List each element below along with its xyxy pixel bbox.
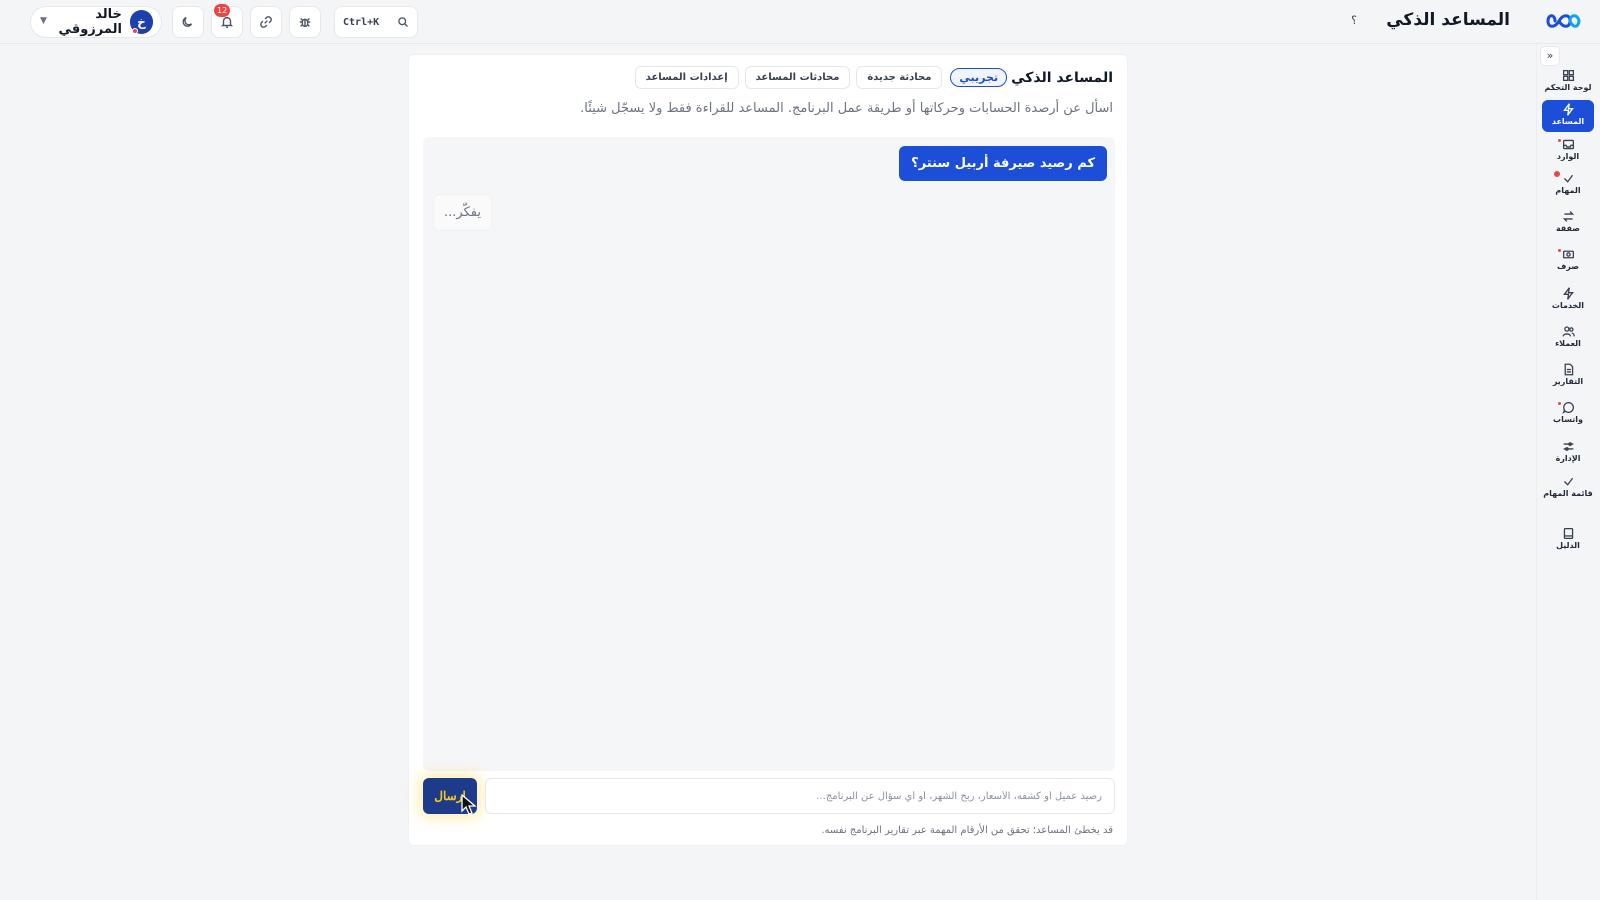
sidebar-item-label: قائمة المهام <box>1543 489 1593 498</box>
avatar: خ <box>129 10 153 34</box>
sidebar-item-label: واتساب <box>1553 415 1583 424</box>
check-icon <box>1563 174 1573 183</box>
shortcut-hint: Ctrl+K <box>343 16 380 28</box>
chats-history-button[interactable]: محادثات المساعد <box>744 66 851 89</box>
notification-badge: 12 <box>214 4 231 17</box>
cash-icon <box>1562 250 1574 259</box>
status-badge: تجريبي <box>950 68 1008 87</box>
sidebar-item-label: العملاء <box>1555 339 1581 348</box>
link-button[interactable] <box>250 6 282 38</box>
sidebar: » لوحة التحكم المساعد الوارد المهام صفقة… <box>1536 44 1600 900</box>
sidebar-item-label: صفقة <box>1555 224 1581 233</box>
sidebar-item-reports[interactable]: التقارير <box>1542 360 1594 392</box>
sidebar-item-dashboard[interactable]: لوحة التحكم <box>1542 66 1594 98</box>
sidebar-item-inbox[interactable]: الوارد <box>1542 135 1594 167</box>
thinking-indicator: يفكّر... <box>433 194 492 231</box>
disclaimer-text: قد يخطئ المساعد؛ تحقق من الأرقام المهمة … <box>821 825 1113 836</box>
sidebar-item-label: التقارير <box>1552 377 1584 386</box>
page-title: المساعد الذكي <box>1386 10 1510 30</box>
sidebar-item-label: الإدارة <box>1555 454 1581 463</box>
assistant-title: المساعد الذكي <box>1011 69 1113 86</box>
unread-dot <box>1558 139 1561 142</box>
assistant-header: المساعد الذكي تجريبي محادثة جديدة محادثا… <box>633 66 1113 89</box>
new-chat-button[interactable]: محادثة جديدة <box>856 66 943 89</box>
sidebar-item-label: صرف <box>1557 262 1579 271</box>
sidebar-item-assistant[interactable]: المساعد <box>1542 100 1594 132</box>
search-icon <box>398 17 408 27</box>
moon-icon <box>182 16 193 27</box>
send-button[interactable]: إرسال <box>423 778 477 815</box>
avatar-initial: خ <box>137 15 146 29</box>
sidebar-item-label: الدليل <box>1556 541 1580 550</box>
report-icon <box>1564 363 1573 376</box>
sidebar-item-deal[interactable]: صفقة <box>1542 207 1594 239</box>
assistant-description: اسأل عن أرصدة الحسابات وحركاتها أو طريقة… <box>580 101 1113 116</box>
bolt-icon <box>1562 287 1574 300</box>
notifications-button[interactable]: 12 <box>211 4 243 38</box>
book-icon <box>1563 527 1573 540</box>
sidebar-item-label: المهام <box>1555 186 1581 195</box>
users-icon <box>1562 326 1575 337</box>
bolt-icon <box>1562 103 1574 116</box>
sidebar-item-tasks[interactable]: المهام <box>1542 169 1594 201</box>
sidebar-item-services[interactable]: الخدمات <box>1542 284 1594 316</box>
unread-dot <box>1558 249 1561 252</box>
exchange-icon <box>1562 211 1574 222</box>
sidebar-item-admin[interactable]: الإدارة <box>1542 437 1594 469</box>
command-search[interactable]: Ctrl+K <box>334 6 418 38</box>
help-icon[interactable]: ؟ <box>1346 14 1362 30</box>
user-message: كم رصيد صيرفة أربيل سنتر؟ <box>899 146 1107 181</box>
assistant-settings-button[interactable]: إعدادات المساعد <box>634 66 739 89</box>
chat-icon <box>1561 401 1574 414</box>
user-menu[interactable]: ▼ خالد المرزوقي خ <box>30 6 162 38</box>
bell-icon <box>220 16 234 28</box>
app-logo-icon[interactable] <box>1546 9 1582 33</box>
bug-icon <box>299 18 311 28</box>
sidebar-collapse-button[interactable]: » <box>1540 46 1560 66</box>
sidebar-item-customers[interactable]: العملاء <box>1542 322 1594 354</box>
unread-dot <box>1554 171 1560 177</box>
sidebar-item-guide[interactable]: الدليل <box>1542 524 1594 556</box>
chat-input[interactable] <box>485 778 1115 814</box>
check-icon <box>1563 477 1573 486</box>
sliders-icon <box>1563 442 1573 451</box>
link-icon <box>260 16 272 28</box>
dashboard-icon <box>1562 69 1574 82</box>
sidebar-item-label: الوارد <box>1556 152 1580 161</box>
mouse-cursor-icon <box>461 794 477 815</box>
status-dot <box>131 28 138 34</box>
sidebar-item-label: الخدمات <box>1551 301 1585 310</box>
sidebar-item-whatsapp[interactable]: واتساب <box>1542 398 1594 430</box>
chat-messages[interactable]: كم رصيد صيرفة أربيل سنتر؟ يفكّر... <box>423 137 1115 771</box>
sidebar-item-label: المساعد <box>1551 117 1585 126</box>
theme-toggle-button[interactable] <box>172 6 204 38</box>
sidebar-item-task-list[interactable]: قائمة المهام <box>1542 472 1594 504</box>
top-bar: المساعد الذكي ؟ ▼ خالد المرزوقي خ 12 Ctr… <box>0 0 1600 44</box>
unread-dot <box>1558 402 1561 405</box>
bug-report-button[interactable] <box>289 6 321 38</box>
assistant-panel: المساعد الذكي تجريبي محادثة جديدة محادثا… <box>408 54 1128 846</box>
inbox-icon <box>1562 139 1574 150</box>
sidebar-item-exchange[interactable]: صرف <box>1542 245 1594 277</box>
sidebar-item-label: لوحة التحكم <box>1544 83 1592 92</box>
chevron-down-icon: ▼ <box>40 16 47 26</box>
